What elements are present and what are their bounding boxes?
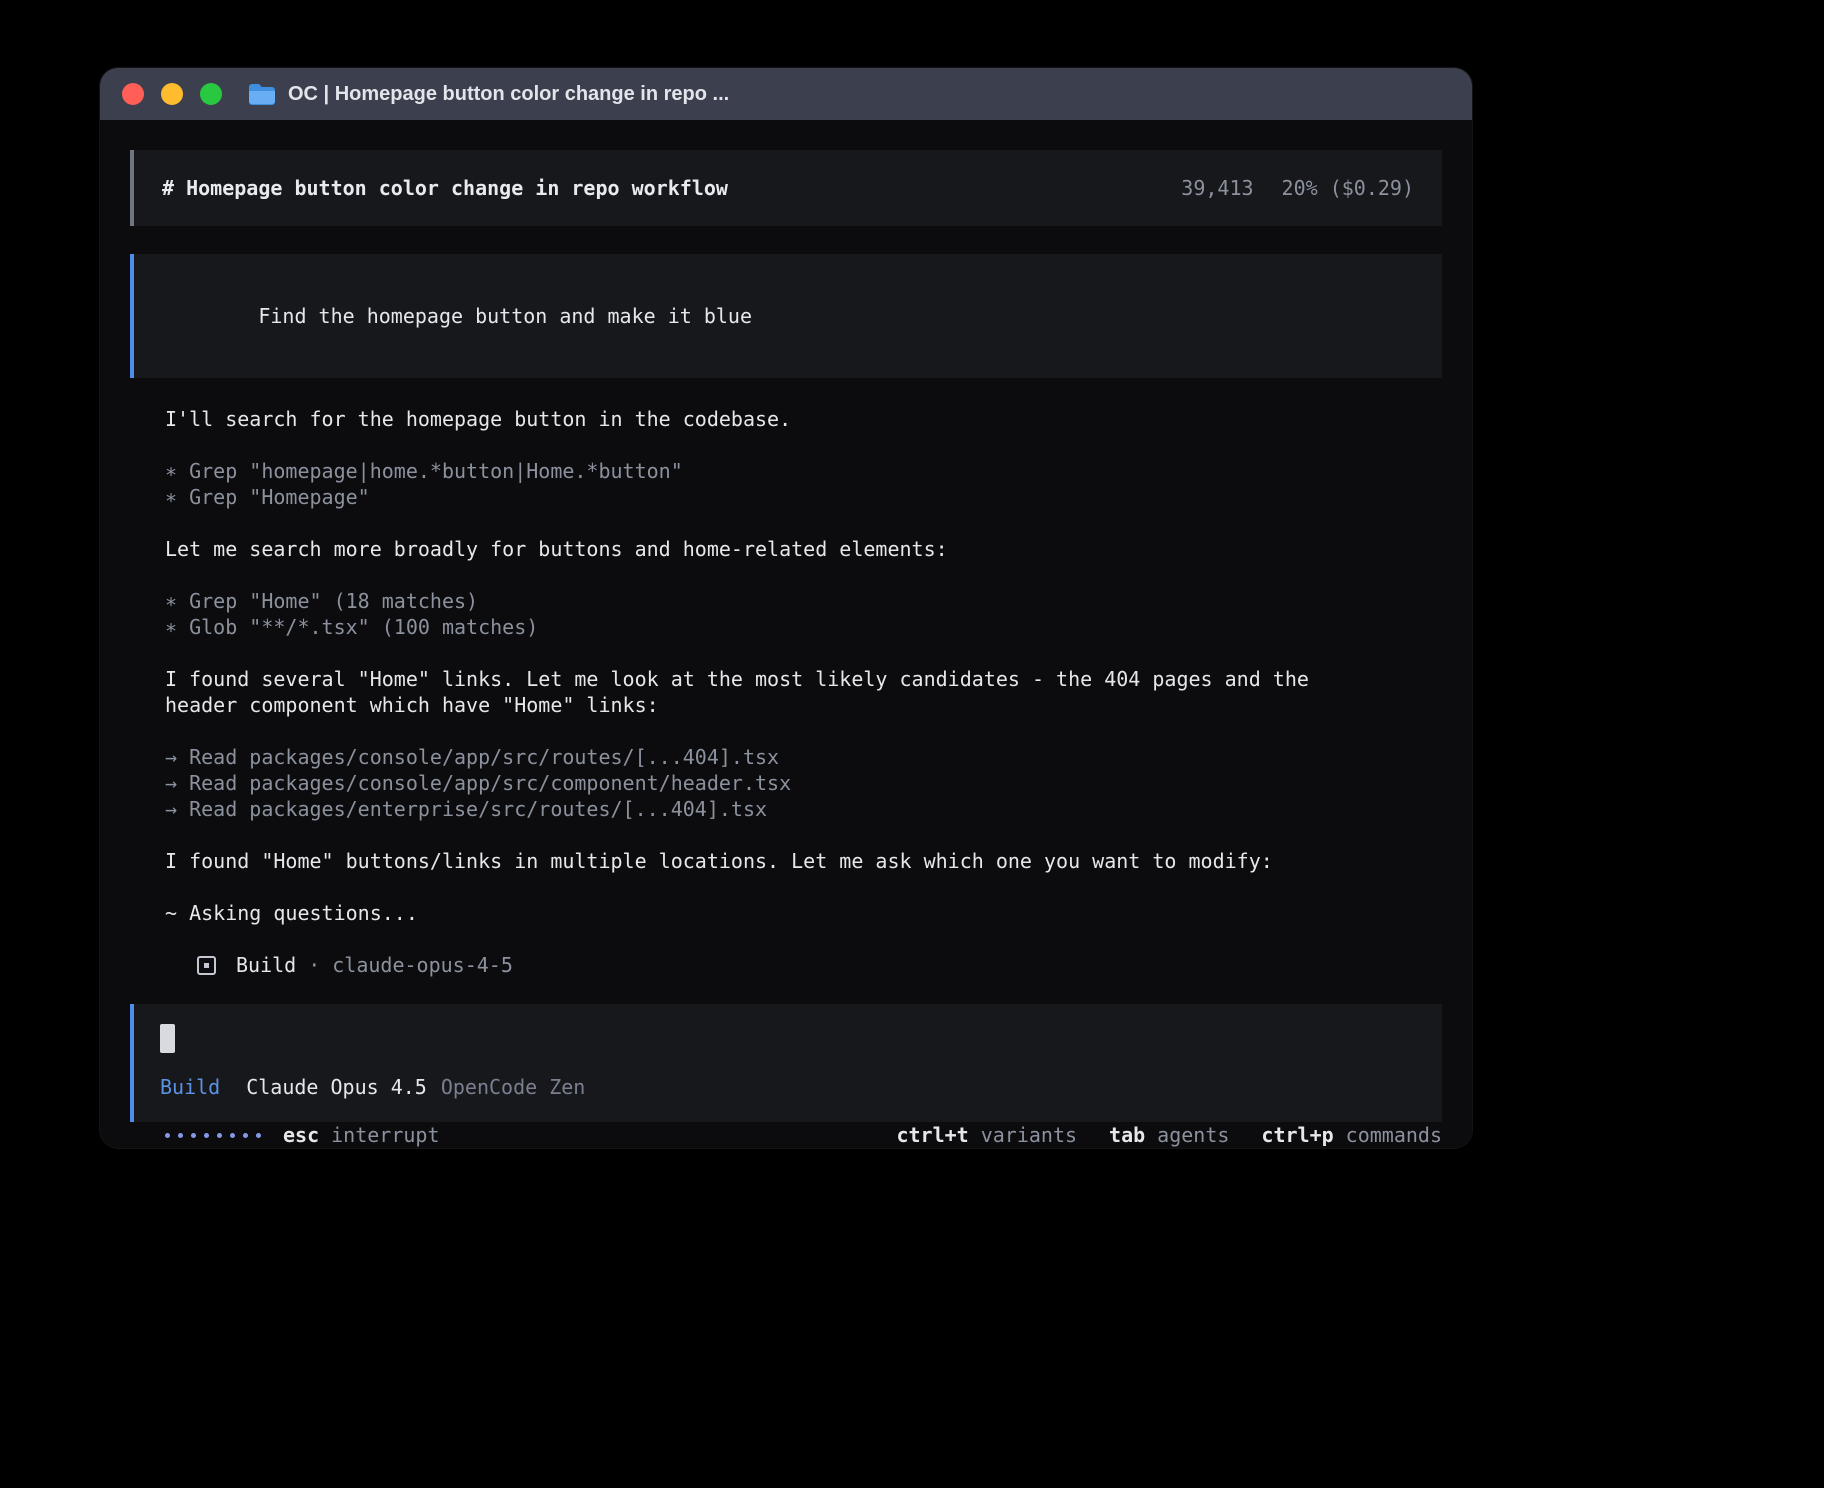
input-mode[interactable]: Build [160,1074,220,1100]
assistant-message: I found "Home" buttons/links in multiple… [165,848,1355,874]
session-title: # Homepage button color change in repo w… [162,175,728,201]
window-title: OC | Homepage button color change in rep… [288,83,729,106]
terminal-window: OC | Homepage button color change in rep… [100,68,1472,1148]
dots-spinner-icon [165,1133,261,1138]
text-cursor [160,1024,175,1053]
shortcut-agents: tab agents [1109,1122,1229,1148]
shortcut-variants: ctrl+t variants [896,1122,1077,1148]
session-stats: 39,413 20% ($0.29) [1181,175,1414,201]
terminal-content: # Homepage button color change in repo w… [100,120,1472,1148]
tool-call-grep: ∗ Grep "Homepage" [165,484,1355,510]
statusbar-left: esc interrupt [165,1122,440,1148]
tool-call-read: → Read packages/console/app/src/componen… [165,770,1355,796]
tool-call-read: → Read packages/console/app/src/routes/[… [165,744,1355,770]
close-button[interactable] [122,83,144,105]
prompt-input[interactable]: Build Claude Opus 4.5 OpenCode Zen [130,1004,1442,1122]
square-dot-icon [197,956,216,975]
token-count: 39,413 [1181,175,1253,201]
tool-call-grep: ∗ Grep "homepage|home.*button|Home.*butt… [165,458,1355,484]
input-provider: OpenCode Zen [441,1074,586,1100]
traffic-lights [122,83,222,105]
assistant-message: I found several "Home" links. Let me loo… [165,666,1355,718]
tool-call-read: → Read packages/enterprise/src/routes/[.… [165,796,1355,822]
user-message: Find the homepage button and make it blu… [130,254,1442,378]
agent-separator: · [308,952,320,978]
agent-status-row: Build · claude-opus-4-5 [197,952,1355,978]
input-meta: Build Claude Opus 4.5 OpenCode Zen [160,1074,1416,1100]
agent-name: Build [236,952,296,978]
esc-key-label: interrupt [331,1122,439,1148]
shortcut-commands: ctrl+p commands [1261,1122,1442,1148]
assistant-message: Let me search more broadly for buttons a… [165,536,1355,562]
session-header: # Homepage button color change in repo w… [130,150,1442,226]
tool-call-grep: ∗ Grep "Home" (18 matches) [165,588,1355,614]
status-asking: ~ Asking questions... [165,900,1355,926]
desktop: OC | Homepage button color change in rep… [0,0,1824,1488]
tool-call-glob: ∗ Glob "**/*.tsx" (100 matches) [165,614,1355,640]
agent-model: claude-opus-4-5 [332,952,513,978]
user-message-text: Find the homepage button and make it blu… [258,304,752,328]
zoom-button[interactable] [200,83,222,105]
statusbar: esc interrupt ctrl+t variants tab agents… [130,1122,1442,1148]
esc-key-hint: esc [283,1122,319,1148]
titlebar[interactable]: OC | Homepage button color change in rep… [100,68,1472,120]
folder-icon [248,83,276,105]
input-model[interactable]: Claude Opus 4.5 [246,1074,427,1100]
minimize-button[interactable] [161,83,183,105]
context-usage: 20% ($0.29) [1282,175,1414,201]
statusbar-right: ctrl+t variants tab agents ctrl+p comman… [896,1122,1442,1148]
transcript: I'll search for the homepage button in t… [165,406,1355,1004]
assistant-message: I'll search for the homepage button in t… [165,406,1355,432]
